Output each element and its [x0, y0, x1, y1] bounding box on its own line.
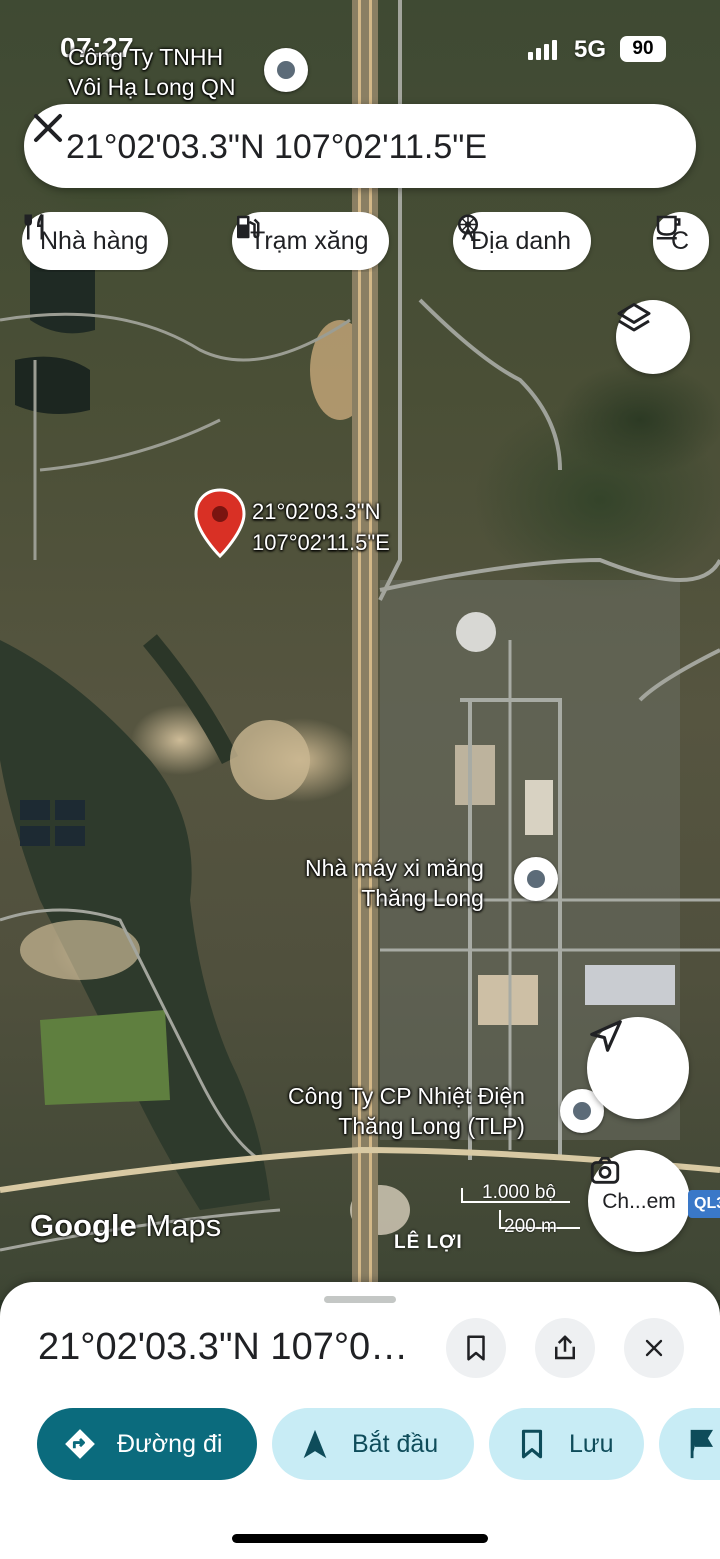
- search-input[interactable]: 21°02'03.3"N 107°02'11.5"E: [66, 128, 487, 167]
- chip-restaurants[interactable]: Nhà hàng: [22, 212, 169, 270]
- save-button[interactable]: [446, 1318, 506, 1378]
- home-indicator[interactable]: [232, 1534, 488, 1543]
- satellite-map[interactable]: 07:27 5G 90 Công Ty TNHH Vôi Hạ Long QN …: [0, 0, 720, 1300]
- layers-button[interactable]: [616, 300, 690, 374]
- road-shield: QL3: [688, 1190, 720, 1218]
- coffee-icon: [656, 215, 681, 240]
- cellular-signal-icon: [528, 40, 557, 60]
- scale-imperial: 1.000 bộ: [482, 1182, 556, 1203]
- dropped-pin-label: 21°02'03.3"N 107°02'11.5"E: [252, 499, 390, 555]
- place-label[interactable]: Công Ty CP Nhiệt Điện Thăng Long (TLP): [288, 1081, 525, 1141]
- network-type: 5G: [574, 36, 607, 63]
- place-pin-icon[interactable]: [514, 857, 558, 901]
- my-location-button[interactable]: [587, 1017, 689, 1119]
- share-button[interactable]: [535, 1318, 595, 1378]
- battery-icon: 90: [620, 36, 666, 62]
- map-scale: 1.000 bộ 200 m: [460, 1182, 590, 1242]
- start-button[interactable]: Bắt đầu: [272, 1408, 474, 1480]
- navigation-arrow-icon: [303, 1429, 327, 1459]
- place-title: 21°02'03.3"N 107°02'11.5"E: [38, 1326, 428, 1368]
- dropped-pin-icon[interactable]: [194, 488, 246, 560]
- close-icon[interactable]: [24, 104, 72, 152]
- bookmark-icon: [521, 1429, 543, 1459]
- directions-icon: [65, 1429, 95, 1459]
- close-button[interactable]: [624, 1318, 684, 1378]
- category-chips: Nhà hàng Trạm xăng Địa danh C: [22, 212, 720, 272]
- road-label: LÊ LỢI: [394, 1232, 463, 1253]
- search-bar[interactable]: 21°02'03.3"N 107°02'11.5"E: [24, 104, 696, 188]
- camera-icon: [590, 1156, 620, 1184]
- save-button[interactable]: Lưu: [489, 1408, 644, 1480]
- navigation-arrow-icon: [590, 1020, 622, 1052]
- label-button[interactable]: [659, 1408, 720, 1480]
- action-buttons: Đường đi Bắt đầu Lưu: [0, 1408, 720, 1482]
- bookmark-icon: [467, 1335, 485, 1361]
- place-label[interactable]: Công Ty TNHH Vôi Hạ Long QN: [68, 42, 235, 102]
- place-sheet[interactable]: 21°02'03.3"N 107°02'11.5"E Đường đi B: [0, 1282, 720, 1559]
- layers-icon: [617, 303, 651, 332]
- chip-landmarks[interactable]: Địa danh: [453, 212, 592, 270]
- scale-metric: 200 m: [504, 1216, 557, 1237]
- directions-button[interactable]: Đường đi: [37, 1408, 257, 1480]
- close-icon: [645, 1339, 663, 1357]
- chip-gas-stations[interactable]: Trạm xăng: [232, 212, 389, 270]
- place-pin-icon[interactable]: [264, 48, 308, 92]
- drag-handle[interactable]: [324, 1296, 396, 1303]
- landmark-icon: [458, 214, 478, 241]
- gas-station-icon: [237, 215, 260, 239]
- google-maps-logo: Google Maps: [30, 1208, 222, 1243]
- camera-button-label: Ch...em: [602, 1190, 676, 1213]
- chip-coffee[interactable]: C: [653, 212, 710, 270]
- share-icon: [555, 1335, 575, 1360]
- flag-icon: [690, 1429, 714, 1459]
- camera-search-button[interactable]: Ch...em: [588, 1150, 690, 1252]
- place-label[interactable]: Nhà máy xi măng Thăng Long: [305, 853, 484, 913]
- restaurant-icon: [24, 213, 44, 240]
